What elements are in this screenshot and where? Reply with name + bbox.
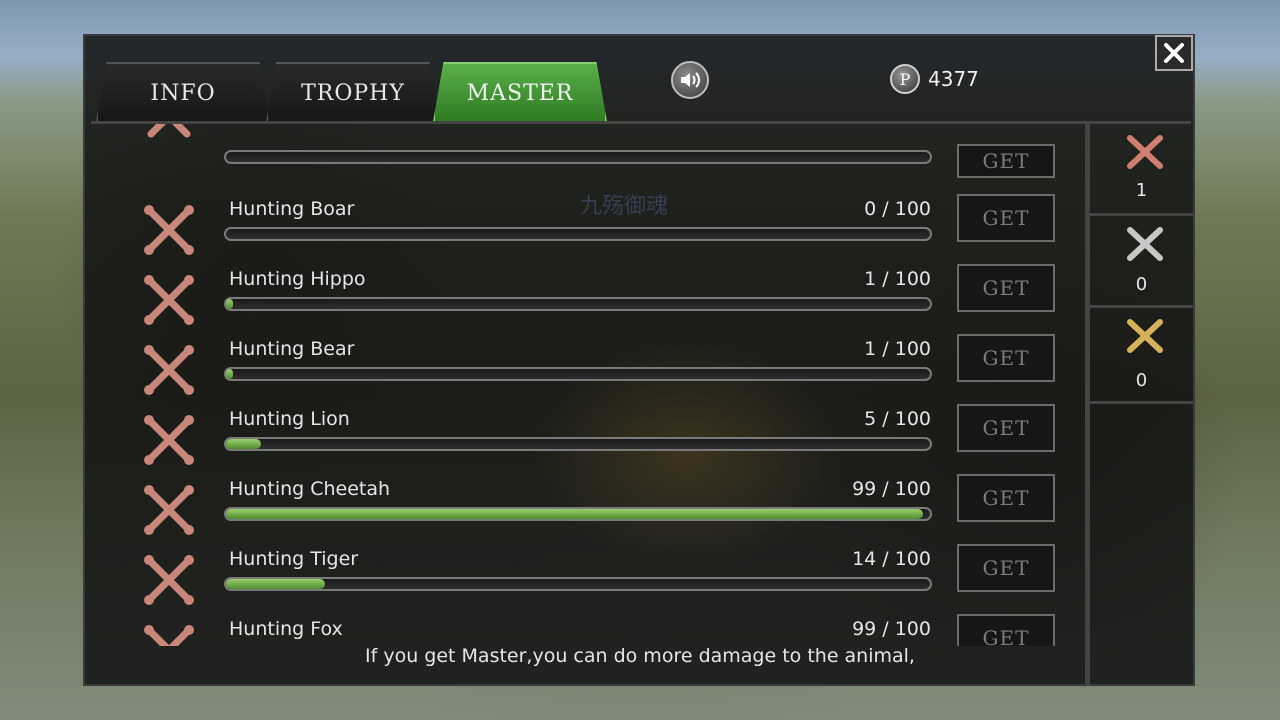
mastery-progress-text: 5 / 100	[864, 408, 931, 430]
silver-bones-icon	[1127, 227, 1163, 261]
progress-bar	[224, 437, 932, 451]
progress-fill	[226, 299, 234, 309]
mastery-name: Hunting Lion	[229, 408, 350, 430]
mastery-progress-text: 14 / 100	[852, 548, 931, 570]
progress-bar	[224, 507, 932, 521]
tier-bronze: 1	[1090, 124, 1193, 216]
crossed-bones-icon	[147, 124, 191, 138]
progress-fill	[226, 579, 325, 589]
crossed-bones-icon	[144, 345, 194, 395]
crossed-bones-icon	[144, 205, 194, 255]
mastery-list[interactable]: GET Hunting Boar 0 / 100 GET Hunting Hippo 1…	[91, 124, 1085, 646]
get-button[interactable]: GET	[957, 264, 1055, 312]
tier-count: 1	[1135, 180, 1148, 201]
points-coin-icon: P	[890, 64, 920, 94]
progress-bar	[224, 297, 932, 311]
crossed-bones-icon	[144, 485, 194, 535]
progress-bar	[224, 367, 932, 381]
sound-toggle-button[interactable]	[671, 61, 709, 99]
crossed-bones-icon	[144, 625, 194, 646]
tier-silver: 0	[1090, 216, 1193, 308]
tier-count: 0	[1135, 370, 1148, 391]
points-value: 4377	[928, 67, 979, 91]
progress-bar	[224, 227, 932, 241]
list-item-partial: GET	[91, 124, 1085, 178]
mastery-progress-text: 99 / 100	[852, 618, 931, 640]
master-hint: If you get Master,you can do more damage…	[365, 645, 915, 667]
get-button[interactable]: GET	[957, 194, 1055, 242]
list-item: Hunting Fox 99 / 100 GET	[91, 614, 1085, 646]
progress-fill	[226, 439, 262, 449]
mastery-progress-text: 1 / 100	[864, 338, 931, 360]
list-item: Hunting Tiger 14 / 100 GET	[91, 544, 1085, 614]
progress-fill	[226, 509, 923, 519]
get-button[interactable]: GET	[957, 144, 1055, 178]
progress-bar	[224, 150, 932, 164]
progress-bar	[224, 577, 932, 591]
close-icon	[1164, 43, 1184, 63]
get-button[interactable]: GET	[957, 334, 1055, 382]
list-item: Hunting Cheetah 99 / 100 GET	[91, 474, 1085, 544]
get-button[interactable]: GET	[957, 474, 1055, 522]
tab-master[interactable]: MASTER	[433, 62, 607, 122]
list-item: Hunting Lion 5 / 100 GET	[91, 404, 1085, 474]
tier-count: 0	[1135, 274, 1148, 295]
mastery-name: Hunting Bear	[229, 338, 355, 360]
points-display: P 4377	[890, 64, 979, 94]
list-item: Hunting Bear 1 / 100 GET	[91, 334, 1085, 404]
mastery-progress-text: 99 / 100	[852, 478, 931, 500]
mastery-name: Hunting Boar	[229, 198, 355, 220]
crossed-bones-icon	[144, 275, 194, 325]
tab-trophy[interactable]: TROPHY	[266, 62, 440, 122]
get-button[interactable]: GET	[957, 614, 1055, 646]
progress-fill	[226, 369, 234, 379]
mastery-name: Hunting Cheetah	[229, 478, 391, 500]
mastery-progress-text: 0 / 100	[864, 198, 931, 220]
close-button[interactable]	[1155, 35, 1193, 71]
bronze-bones-icon	[1127, 135, 1163, 169]
list-item: Hunting Hippo 1 / 100 GET	[91, 264, 1085, 334]
mastery-progress-text: 1 / 100	[864, 268, 931, 290]
crossed-bones-icon	[144, 415, 194, 465]
mastery-name: Hunting Fox	[229, 618, 343, 640]
mastery-tier-panel: 1 0 0	[1087, 124, 1193, 686]
crossed-bones-icon	[144, 555, 194, 605]
mastery-name: Hunting Tiger	[229, 548, 359, 570]
get-button[interactable]: GET	[957, 544, 1055, 592]
list-item: Hunting Boar 0 / 100 GET	[91, 194, 1085, 264]
tab-info[interactable]: INFO	[96, 62, 270, 122]
gold-bones-icon	[1127, 319, 1163, 353]
speaker-icon	[681, 72, 700, 88]
mastery-name: Hunting Hippo	[229, 268, 366, 290]
get-button[interactable]: GET	[957, 404, 1055, 452]
tier-gold: 0	[1090, 308, 1193, 404]
